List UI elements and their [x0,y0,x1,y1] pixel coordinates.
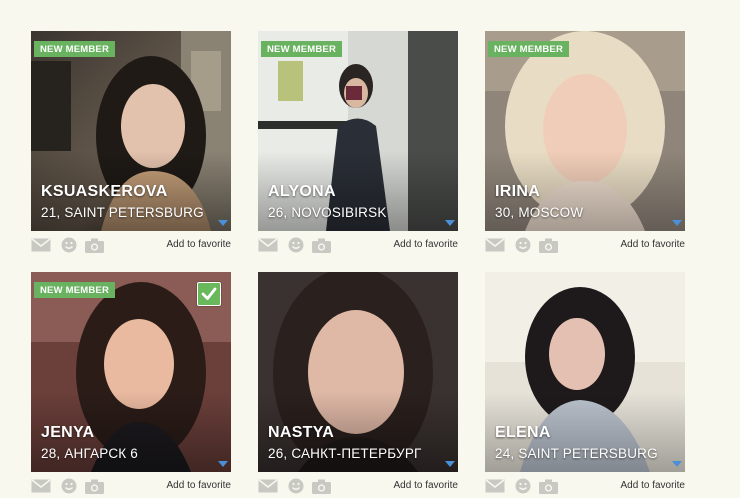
profile-name[interactable]: NASTYA [268,424,334,442]
profile-location: 26, NOVOSIBIRSK [268,205,387,220]
profile-location: 30, MOSCOW [495,205,584,220]
smile-icon[interactable] [61,478,77,494]
profile-name[interactable]: JENYA [41,424,94,442]
profile-card: NEW MEMBER KSUASKEROVA 21, SAINT PETERSB… [31,31,231,257]
add-to-favorite-link[interactable]: Add to favorite [621,239,685,250]
dropdown-arrow-icon[interactable] [218,220,228,226]
smile-icon[interactable] [288,237,304,253]
mail-icon[interactable] [485,238,505,252]
smile-icon[interactable] [61,237,77,253]
camera-icon[interactable] [85,238,104,253]
new-member-badge: NEW MEMBER [488,41,570,57]
mail-icon[interactable] [485,479,505,493]
photo-image [31,31,231,231]
checkmark-icon [201,287,217,300]
profile-card: NEW MEMBER IRINA 30, MOSCOW Add to favor… [485,31,685,257]
profile-photo[interactable]: NEW MEMBER KSUASKEROVA 21, SAINT PETERSB… [31,31,231,231]
profile-card: NASTYA 26, САНКТ-ПЕТЕРБУРГ Add to favori… [258,272,458,498]
profile-location: 24, SAINT PETERSBURG [495,446,658,461]
add-to-favorite-link[interactable]: Add to favorite [394,480,458,491]
photo-image [485,31,685,231]
photo-image [485,272,685,472]
profile-photo[interactable]: NEW MEMBER JENYA 28, АНГАРСК 6 [31,272,231,472]
smile-icon[interactable] [515,237,531,253]
mail-icon[interactable] [31,238,51,252]
profile-location: 21, SAINT PETERSBURG [41,205,204,220]
dropdown-arrow-icon[interactable] [672,220,682,226]
camera-icon[interactable] [85,479,104,494]
profile-photo[interactable]: NEW MEMBER IRINA 30, MOSCOW [485,31,685,231]
camera-icon[interactable] [539,479,558,494]
profile-name[interactable]: ELENA [495,424,551,442]
profile-card: NEW MEMBER JENYA 28, АНГАРСК 6 Add to fa… [31,272,231,498]
new-member-badge: NEW MEMBER [261,41,343,57]
profile-location: 26, САНКТ-ПЕТЕРБУРГ [268,446,422,461]
profile-name[interactable]: KSUASKEROVA [41,183,168,201]
profile-actions: Add to favorite [258,476,458,498]
add-to-favorite-link[interactable]: Add to favorite [167,480,231,491]
profile-photo[interactable]: ELENA 24, SAINT PETERSBURG [485,272,685,472]
profile-actions: Add to favorite [485,476,685,498]
profile-location: 28, АНГАРСК 6 [41,446,139,461]
profile-card: NEW MEMBER ALYONA 26, NOVOSIBIRSK Add to… [258,31,458,257]
camera-icon[interactable] [539,238,558,253]
profile-grid: NEW MEMBER KSUASKEROVA 21, SAINT PETERSB… [0,0,740,496]
profile-photo[interactable]: NASTYA 26, САНКТ-ПЕТЕРБУРГ [258,272,458,472]
camera-icon[interactable] [312,238,331,253]
selected-checkbox[interactable] [197,282,221,306]
smile-icon[interactable] [515,478,531,494]
add-to-favorite-link[interactable]: Add to favorite [167,239,231,250]
camera-icon[interactable] [312,479,331,494]
new-member-badge: NEW MEMBER [34,282,116,298]
photo-image [258,31,458,231]
profile-actions: Add to favorite [31,476,231,498]
profile-actions: Add to favorite [485,235,685,257]
profile-actions: Add to favorite [258,235,458,257]
mail-icon[interactable] [258,479,278,493]
mail-icon[interactable] [31,479,51,493]
profile-name[interactable]: ALYONA [268,183,336,201]
profile-name[interactable]: IRINA [495,183,540,201]
profile-card: ELENA 24, SAINT PETERSBURG Add to favori… [485,272,685,498]
dropdown-arrow-icon[interactable] [445,220,455,226]
dropdown-arrow-icon[interactable] [672,461,682,467]
add-to-favorite-link[interactable]: Add to favorite [394,239,458,250]
smile-icon[interactable] [288,478,304,494]
mail-icon[interactable] [258,238,278,252]
dropdown-arrow-icon[interactable] [445,461,455,467]
new-member-badge: NEW MEMBER [34,41,116,57]
dropdown-arrow-icon[interactable] [218,461,228,467]
profile-photo[interactable]: NEW MEMBER ALYONA 26, NOVOSIBIRSK [258,31,458,231]
photo-image [258,272,458,472]
profile-actions: Add to favorite [31,235,231,257]
add-to-favorite-link[interactable]: Add to favorite [621,480,685,491]
